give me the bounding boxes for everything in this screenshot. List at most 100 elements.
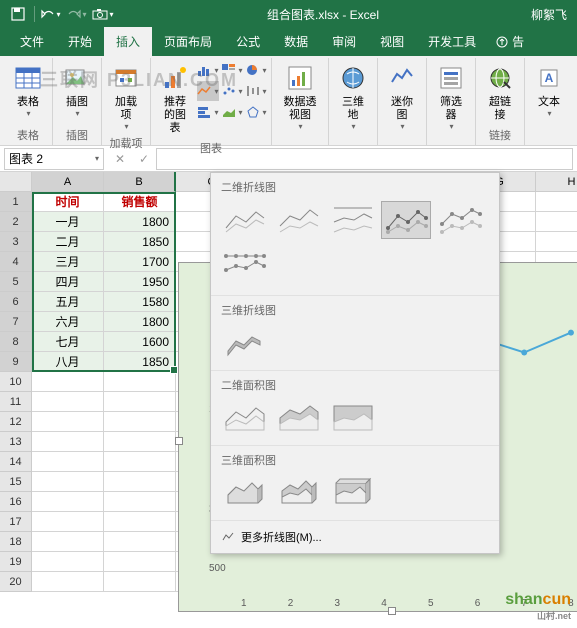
row-head-18[interactable]: 18 <box>0 532 32 552</box>
cell-B16[interactable] <box>104 492 176 512</box>
cell-B11[interactable] <box>104 392 176 412</box>
addins-button[interactable]: 加载项▾ <box>106 60 146 133</box>
stock-chart-icon[interactable]: ▾ <box>245 81 267 101</box>
fx-cancel[interactable]: ✕ <box>108 152 132 166</box>
cell-A6[interactable]: 五月 <box>32 292 104 312</box>
undo-button[interactable]: ▾ <box>39 3 63 25</box>
row-head-1[interactable]: 1 <box>0 192 32 212</box>
row-head-15[interactable]: 15 <box>0 472 32 492</box>
row-head-8[interactable]: 8 <box>0 332 32 352</box>
cell-B13[interactable] <box>104 432 176 452</box>
cell-A20[interactable] <box>32 572 104 592</box>
row-head-10[interactable]: 10 <box>0 372 32 392</box>
tab-file[interactable]: 文件 <box>8 27 56 56</box>
tab-data[interactable]: 数据 <box>272 27 320 56</box>
save-button[interactable] <box>6 3 30 25</box>
cell-A14[interactable] <box>32 452 104 472</box>
column-chart-icon[interactable]: ▾ <box>197 60 219 80</box>
row-head-2[interactable]: 2 <box>0 212 32 232</box>
row-head-13[interactable]: 13 <box>0 432 32 452</box>
area-chart-stacked[interactable] <box>273 399 323 437</box>
area-chart-basic[interactable] <box>219 399 269 437</box>
cell-A4[interactable]: 三月 <box>32 252 104 272</box>
row-head-4[interactable]: 4 <box>0 252 32 272</box>
camera-button[interactable]: ▾ <box>91 3 115 25</box>
hierarchy-chart-icon[interactable]: ▾ <box>221 60 243 80</box>
tables-button[interactable]: 表格▾ <box>8 60 48 120</box>
cell-B5[interactable]: 1950 <box>104 272 176 292</box>
area-chart-3d[interactable] <box>219 474 269 512</box>
cell-B14[interactable] <box>104 452 176 472</box>
cell-B3[interactable]: 1850 <box>104 232 176 252</box>
cell-B1[interactable]: 销售额 <box>104 192 176 212</box>
col-head-H[interactable]: H <box>536 172 577 192</box>
cell-A3[interactable]: 二月 <box>32 232 104 252</box>
3dmap-button[interactable]: 三维地▾ <box>333 60 373 133</box>
tab-page-layout[interactable]: 页面布局 <box>152 27 224 56</box>
pie-chart-icon[interactable]: ▾ <box>245 60 267 80</box>
tab-view[interactable]: 视图 <box>368 27 416 56</box>
row-head-3[interactable]: 3 <box>0 232 32 252</box>
tab-home[interactable]: 开始 <box>56 27 104 56</box>
cell-A1[interactable]: 时间 <box>32 192 104 212</box>
row-head-11[interactable]: 11 <box>0 392 32 412</box>
col-head-B[interactable]: B <box>104 172 176 192</box>
illustrations-button[interactable]: 插图▾ <box>57 60 97 120</box>
tab-formulas[interactable]: 公式 <box>224 27 272 56</box>
cell-A15[interactable] <box>32 472 104 492</box>
tab-review[interactable]: 审阅 <box>320 27 368 56</box>
row-head-9[interactable]: 9 <box>0 352 32 372</box>
col-head-A[interactable]: A <box>32 172 104 192</box>
cell-A8[interactable]: 七月 <box>32 332 104 352</box>
row-head-12[interactable]: 12 <box>0 412 32 432</box>
cell-A18[interactable] <box>32 532 104 552</box>
redo-button[interactable]: ▾ <box>65 3 89 25</box>
cell-B15[interactable] <box>104 472 176 492</box>
cell-B7[interactable]: 1800 <box>104 312 176 332</box>
cell-H3[interactable] <box>536 232 577 252</box>
line-chart-markers[interactable] <box>381 201 431 239</box>
line-chart-icon[interactable]: ▾ <box>197 81 219 101</box>
area-chart-100stacked[interactable] <box>327 399 377 437</box>
cell-A11[interactable] <box>32 392 104 412</box>
cell-A12[interactable] <box>32 412 104 432</box>
cell-A7[interactable]: 六月 <box>32 312 104 332</box>
cell-B8[interactable]: 1600 <box>104 332 176 352</box>
cell-A10[interactable] <box>32 372 104 392</box>
line-chart-100stacked-markers[interactable] <box>219 249 269 287</box>
cell-A2[interactable]: 一月 <box>32 212 104 232</box>
cell-B19[interactable] <box>104 552 176 572</box>
line-chart-3d[interactable] <box>219 324 269 362</box>
row-head-16[interactable]: 16 <box>0 492 32 512</box>
cell-B2[interactable]: 1800 <box>104 212 176 232</box>
line-chart-100stacked[interactable] <box>327 201 377 239</box>
sparklines-button[interactable]: 迷你图▾ <box>382 60 422 133</box>
scatter-chart-icon[interactable]: ▾ <box>221 81 243 101</box>
surface-chart-icon[interactable]: ▾ <box>221 102 243 122</box>
filters-button[interactable]: 筛选器▾ <box>431 60 471 133</box>
line-chart-basic[interactable] <box>219 201 269 239</box>
cell-B17[interactable] <box>104 512 176 532</box>
pivotchart-button[interactable]: 数据透视图▾ <box>276 60 324 133</box>
line-chart-stacked-markers[interactable] <box>435 201 485 239</box>
cell-H2[interactable] <box>536 212 577 232</box>
row-head-6[interactable]: 6 <box>0 292 32 312</box>
tab-insert[interactable]: 插入 <box>104 27 152 56</box>
cell-A19[interactable] <box>32 552 104 572</box>
row-head-20[interactable]: 20 <box>0 572 32 592</box>
bar-chart-icon[interactable]: ▾ <box>197 102 219 122</box>
hyperlink-button[interactable]: 超链接 <box>480 60 520 124</box>
cell-A16[interactable] <box>32 492 104 512</box>
select-all-corner[interactable] <box>0 172 32 192</box>
text-button[interactable]: A文本▾ <box>529 60 569 120</box>
line-chart-stacked[interactable] <box>273 201 323 239</box>
row-head-7[interactable]: 7 <box>0 312 32 332</box>
name-box[interactable]: 图表 2▾ <box>4 148 104 170</box>
cell-B6[interactable]: 1580 <box>104 292 176 312</box>
tell-me[interactable]: 告 <box>488 27 532 56</box>
tab-developer[interactable]: 开发工具 <box>416 27 488 56</box>
cell-B12[interactable] <box>104 412 176 432</box>
cell-B18[interactable] <box>104 532 176 552</box>
fx-ok[interactable]: ✓ <box>132 152 156 166</box>
cell-B9[interactable]: 1850 <box>104 352 176 372</box>
